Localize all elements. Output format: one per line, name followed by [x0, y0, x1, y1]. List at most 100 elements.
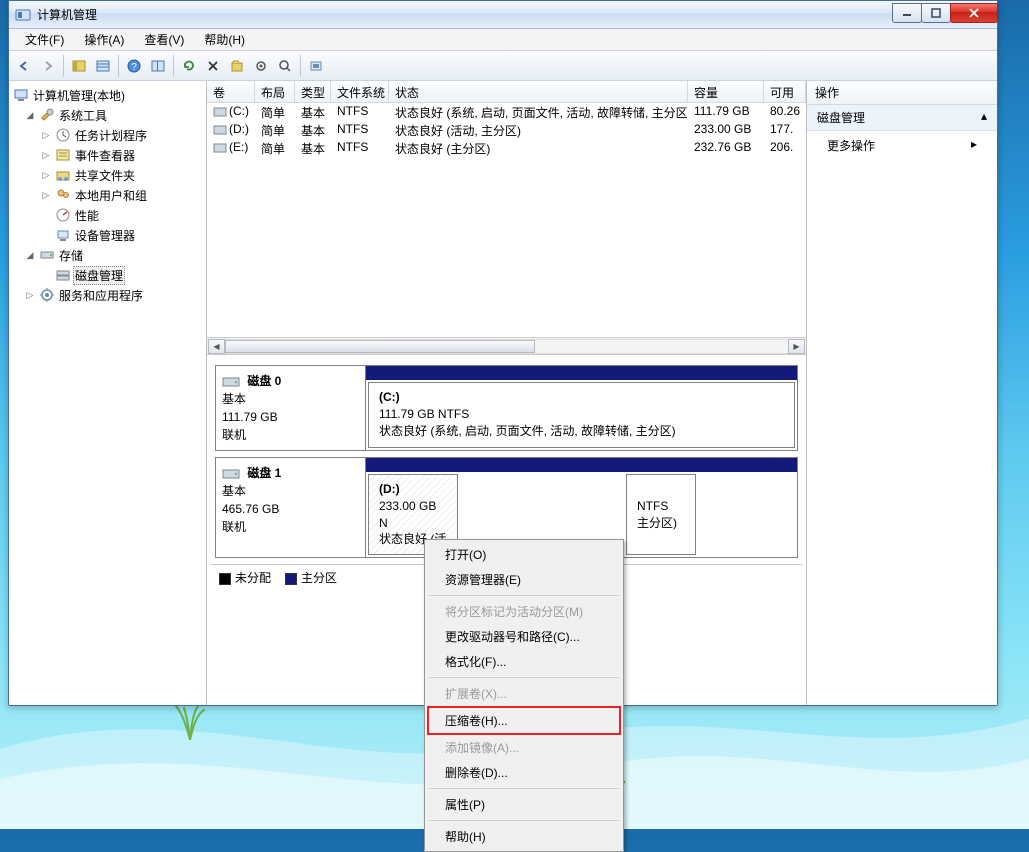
close-button[interactable]: [950, 3, 998, 23]
disk-icon: [222, 467, 240, 481]
ctx-change-letter[interactable]: 更改驱动器号和路径(C)...: [427, 624, 621, 649]
tree-root[interactable]: 计算机管理(本地): [9, 85, 206, 105]
col-filesystem[interactable]: 文件系统: [331, 81, 389, 102]
settings-button[interactable]: [250, 55, 272, 77]
perf-icon: [55, 207, 71, 223]
disk-mgmt-icon: [55, 267, 71, 283]
tree-shared-folders[interactable]: ▷ 共享文件夹: [9, 165, 206, 185]
tree-disk-management[interactable]: 磁盘管理: [9, 265, 206, 285]
navigation-tree[interactable]: 计算机管理(本地) ◢ 系统工具 ▷ 任务计划程序 ▷ 事件查看器 ▷ 共享文件…: [9, 81, 207, 705]
app-icon: [15, 7, 31, 23]
col-volume[interactable]: 卷: [207, 81, 255, 102]
table-row[interactable]: (E:)简单基本NTFS状态良好 (主分区)232.76 GB206.: [207, 139, 806, 157]
legend-swatch-unallocated: [219, 573, 231, 585]
menu-action[interactable]: 操作(A): [76, 29, 132, 50]
window-title: 计算机管理: [37, 6, 97, 23]
scroll-right-button[interactable]: ▶: [788, 339, 805, 354]
scroll-left-button[interactable]: ◀: [208, 339, 225, 354]
disk-name: 磁盘 1: [247, 466, 281, 480]
tree-performance[interactable]: 性能: [9, 205, 206, 225]
ctx-shrink[interactable]: 压缩卷(H)...: [445, 710, 603, 731]
expand-icon[interactable]: ▷: [39, 150, 53, 161]
scroll-track[interactable]: [225, 339, 788, 354]
toolbar-button[interactable]: [226, 55, 248, 77]
expand-icon[interactable]: ▷: [39, 190, 53, 201]
disk-0-block[interactable]: 磁盘 0 基本 111.79 GB 联机 (C:) 111.79 GB NTFS…: [215, 365, 798, 451]
volume-icon: [213, 124, 227, 136]
partition-label: (C:): [379, 390, 400, 404]
col-layout[interactable]: 布局: [255, 81, 295, 102]
partition-c[interactable]: (C:) 111.79 GB NTFS 状态良好 (系统, 启动, 页面文件, …: [368, 382, 795, 448]
tree-device-manager[interactable]: 设备管理器: [9, 225, 206, 245]
nav-back-button[interactable]: [13, 55, 35, 77]
table-row[interactable]: (D:)简单基本NTFS状态良好 (活动, 主分区)233.00 GB177.: [207, 121, 806, 139]
menu-view[interactable]: 查看(V): [136, 29, 192, 50]
volume-icon: [213, 106, 227, 118]
collapse-icon[interactable]: ◢: [23, 250, 37, 261]
delete-button[interactable]: [202, 55, 224, 77]
titlebar[interactable]: 计算机管理: [9, 1, 997, 29]
partition-label: (D:): [379, 482, 400, 496]
chevron-right-icon: ▸: [971, 137, 977, 154]
col-capacity[interactable]: 容量: [688, 81, 764, 102]
maximize-button[interactable]: [921, 3, 951, 23]
table-row[interactable]: (C:)简单基本NTFS状态良好 (系统, 启动, 页面文件, 活动, 故障转储…: [207, 103, 806, 121]
find-button[interactable]: [274, 55, 296, 77]
ctx-format[interactable]: 格式化(F)...: [427, 649, 621, 674]
legend-swatch-primary: [285, 573, 297, 585]
storage-icon: [39, 247, 55, 263]
disk-icon: [222, 375, 240, 389]
disk-0-info: 磁盘 0 基本 111.79 GB 联机: [216, 366, 366, 450]
ctx-delete[interactable]: 删除卷(D)...: [427, 760, 621, 785]
col-type[interactable]: 类型: [295, 81, 331, 102]
volume-table[interactable]: 卷 布局 类型 文件系统 状态 容量 可用 (C:)简单基本NTFS状态良好 (…: [207, 81, 806, 354]
actions-more[interactable]: 更多操作 ▸: [807, 131, 997, 160]
disk-size: 465.76 GB: [222, 502, 279, 516]
scroll-thumb[interactable]: [225, 340, 535, 353]
partition-detail: 233.00 GB N: [379, 499, 436, 530]
ctx-add-mirror: 添加镜像(A)...: [427, 735, 621, 760]
actions-section-disk-mgmt[interactable]: 磁盘管理 ▴: [807, 105, 997, 131]
tree-system-tools[interactable]: ◢ 系统工具: [9, 105, 206, 125]
expand-icon[interactable]: ▷: [39, 170, 53, 181]
show-hide-tree-button[interactable]: [68, 55, 90, 77]
tree-task-scheduler[interactable]: ▷ 任务计划程序: [9, 125, 206, 145]
disk-state: 联机: [222, 520, 246, 534]
ctx-help[interactable]: 帮助(H): [427, 824, 621, 849]
menu-file[interactable]: 文件(F): [17, 29, 72, 50]
tree-local-users[interactable]: ▷ 本地用户和组: [9, 185, 206, 205]
disk-type: 基本: [222, 484, 246, 498]
expand-icon[interactable]: ▷: [23, 290, 37, 301]
col-status[interactable]: 状态: [389, 81, 688, 102]
actions-header: 操作: [807, 81, 997, 105]
partition-e[interactable]: NTFS 主分区): [626, 474, 696, 555]
col-free[interactable]: 可用: [764, 81, 806, 102]
toolbar-button[interactable]: [305, 55, 327, 77]
expand-icon[interactable]: ▷: [39, 130, 53, 141]
ctx-open[interactable]: 打开(O): [427, 542, 621, 567]
collapse-icon[interactable]: ▴: [981, 109, 987, 126]
tree-storage[interactable]: ◢ 存储: [9, 245, 206, 265]
context-menu: 打开(O) 资源管理器(E) 将分区标记为活动分区(M) 更改驱动器号和路径(C…: [424, 539, 624, 852]
partition-detail: NTFS: [637, 499, 668, 513]
collapse-icon[interactable]: ◢: [23, 110, 37, 121]
volume-icon: [213, 142, 227, 154]
users-icon: [55, 187, 71, 203]
ctx-properties[interactable]: 属性(P): [427, 792, 621, 817]
legend-unallocated: 未分配: [235, 571, 271, 585]
refresh-button[interactable]: [178, 55, 200, 77]
tree-services[interactable]: ▷ 服务和应用程序: [9, 285, 206, 305]
services-icon: [39, 287, 55, 303]
tree-event-viewer[interactable]: ▷ 事件查看器: [9, 145, 206, 165]
ctx-explorer[interactable]: 资源管理器(E): [427, 567, 621, 592]
device-icon: [55, 227, 71, 243]
menu-help[interactable]: 帮助(H): [196, 29, 253, 50]
help-button[interactable]: ?: [123, 55, 145, 77]
ctx-mark-active: 将分区标记为活动分区(M): [427, 599, 621, 624]
minimize-button[interactable]: [892, 3, 922, 23]
nav-forward-button[interactable]: [37, 55, 59, 77]
toolbar-button[interactable]: [147, 55, 169, 77]
view-button[interactable]: [92, 55, 114, 77]
horizontal-scrollbar[interactable]: ◀ ▶: [207, 337, 806, 354]
wallpaper-grass-icon: [160, 700, 220, 740]
